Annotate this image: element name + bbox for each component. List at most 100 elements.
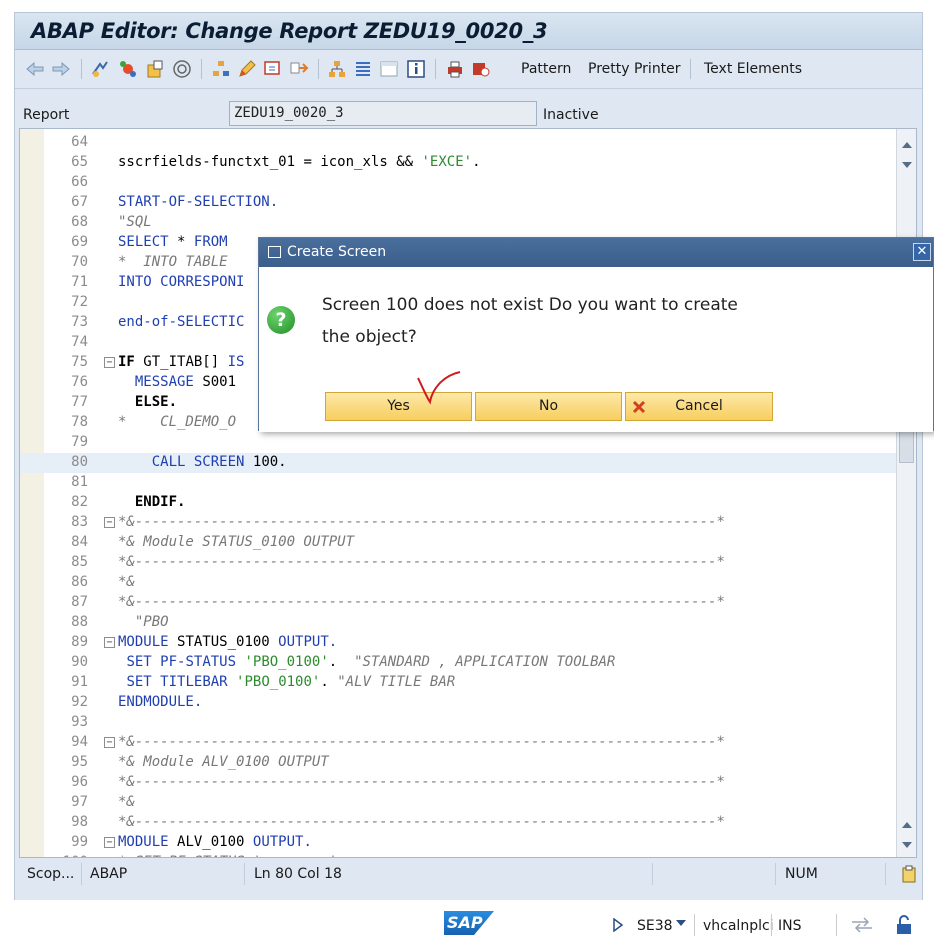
connection-icon: [852, 917, 872, 933]
code-line[interactable]: 89 MODULE STATUS_0100 OUTPUT. −: [20, 633, 896, 653]
pretty-printer-button[interactable]: Pretty Printer: [588, 61, 681, 77]
line-number: 64: [71, 134, 88, 150]
code-text: SET TITLEBAR 'PBO_0100'. "ALV TITLE BAR: [126, 674, 456, 690]
move-icon[interactable]: [289, 59, 309, 79]
code-line[interactable]: 80 CALL SCREEN 100.: [20, 453, 896, 473]
code-text: * CL_DEMO_O: [118, 414, 237, 430]
report-name-field[interactable]: ZEDU19_0020_3: [229, 101, 537, 126]
line-number: 94: [71, 734, 88, 750]
scroll-up-bottom-icon[interactable]: [901, 821, 913, 829]
line-number: 72: [71, 294, 88, 310]
scroll-up-icon[interactable]: [901, 141, 913, 149]
fold-toggle-icon[interactable]: −: [104, 737, 115, 748]
code-line[interactable]: 83 *&------------------------------------…: [20, 513, 896, 533]
stack-icon[interactable]: [353, 59, 373, 79]
clipboard-icon[interactable]: [901, 865, 917, 883]
code-line[interactable]: 66: [20, 173, 896, 193]
code-line[interactable]: 64: [20, 133, 896, 153]
scroll-down-icon[interactable]: [901, 161, 913, 169]
code-line[interactable]: 65 sscrfields-functxt_01 = icon_xls && 'E…: [20, 153, 896, 173]
fold-toggle-icon[interactable]: −: [104, 517, 115, 528]
no-button[interactable]: No: [475, 392, 622, 421]
line-number: 81: [71, 474, 88, 490]
code-text: MODULE STATUS_0100 OUTPUT.: [118, 634, 338, 650]
line-number: 77: [71, 394, 88, 410]
line-number: 98: [71, 814, 88, 830]
tree-icon[interactable]: [327, 59, 347, 79]
code-line[interactable]: 79: [20, 433, 896, 453]
code-line[interactable]: 81: [20, 473, 896, 493]
code-line[interactable]: 87 *&------------------------------------…: [20, 593, 896, 613]
line-number: 73: [71, 314, 88, 330]
code-text: SET PF-STATUS 'PBO_0100'. "STANDARD , AP…: [126, 654, 616, 670]
code-line[interactable]: 92 ENDMODULE.: [20, 693, 896, 713]
play-icon[interactable]: [612, 918, 624, 932]
scope-status[interactable]: Scop...: [27, 866, 74, 882]
dialog-message-line-1: Screen 100 does not exist Do you want to…: [322, 295, 738, 315]
pencil-icon[interactable]: [237, 59, 257, 79]
code-line[interactable]: 95 *& Module ALV_0100 OUTPUT: [20, 753, 896, 773]
line-number: 78: [71, 414, 88, 430]
line-number: 69: [71, 234, 88, 250]
line-number: 67: [71, 194, 88, 210]
line-number: 100: [50, 854, 88, 857]
num-lock-status: NUM: [785, 866, 818, 882]
code-text: CALL SCREEN 100.: [151, 454, 287, 470]
code-line[interactable]: 68 "SQL: [20, 213, 896, 233]
code-line[interactable]: 86 *&: [20, 573, 896, 593]
code-line[interactable]: 82 ENDIF.: [20, 493, 896, 513]
code-text: *&--------------------------------------…: [118, 594, 725, 610]
chevron-down-icon[interactable]: [676, 920, 686, 927]
hierarchy-icon[interactable]: [211, 59, 231, 79]
fold-toggle-icon[interactable]: −: [104, 837, 115, 848]
delete-icon[interactable]: [471, 59, 491, 79]
code-line[interactable]: 97 *&: [20, 793, 896, 813]
create-screen-dialog: Create Screen ✕ ? Screen 100 does not ex…: [258, 237, 934, 432]
close-icon[interactable]: ✕: [913, 243, 931, 261]
window-icon[interactable]: [379, 59, 399, 79]
toggle-icon[interactable]: [91, 59, 111, 79]
line-number: 71: [71, 274, 88, 290]
dialog-title: Create Screen: [287, 244, 387, 260]
insert-mode[interactable]: INS: [778, 918, 802, 934]
code-line[interactable]: 100 * SET PF-STATUS 'xxxxxxxx'.: [20, 853, 896, 857]
sap-logo: SAP: [444, 911, 494, 935]
line-number: 87: [71, 594, 88, 610]
activation-status: Inactive: [543, 107, 599, 123]
scroll-down-bottom-icon[interactable]: [901, 841, 913, 849]
back-arrow-icon[interactable]: [25, 59, 45, 79]
code-text: *&--------------------------------------…: [118, 774, 725, 790]
navigate-icon[interactable]: [263, 59, 283, 79]
code-text: *&: [118, 574, 135, 590]
activate-icon[interactable]: [118, 59, 138, 79]
code-line[interactable]: 67 START-OF-SELECTION.: [20, 193, 896, 213]
lock-icon[interactable]: [894, 914, 914, 936]
code-text: *&--------------------------------------…: [118, 514, 725, 530]
cancel-button[interactable]: Cancel: [625, 392, 773, 421]
code-line[interactable]: 96 *&------------------------------------…: [20, 773, 896, 793]
dialog-body: ? Screen 100 does not exist Do you want …: [259, 267, 933, 432]
code-line[interactable]: 98 *&------------------------------------…: [20, 813, 896, 833]
fold-toggle-icon[interactable]: −: [104, 357, 115, 368]
line-number: 85: [71, 554, 88, 570]
printer-icon[interactable]: [445, 59, 465, 79]
code-text: *&--------------------------------------…: [118, 814, 725, 830]
code-line[interactable]: 84 *& Module STATUS_0100 OUTPUT: [20, 533, 896, 553]
info-icon[interactable]: [406, 59, 426, 79]
pattern-button[interactable]: Pattern: [521, 61, 571, 77]
forward-arrow-icon[interactable]: [51, 59, 71, 79]
fold-toggle-icon[interactable]: −: [104, 637, 115, 648]
code-line[interactable]: 91 SET TITLEBAR 'PBO_0100'. "ALV TITLE B…: [20, 673, 896, 693]
code-line[interactable]: 85 *&------------------------------------…: [20, 553, 896, 573]
code-line[interactable]: 90 SET PF-STATUS 'PBO_0100'. "STANDARD ,…: [20, 653, 896, 673]
code-line[interactable]: 99 MODULE ALV_0100 OUTPUT. −: [20, 833, 896, 853]
code-text: IF GT_ITAB[] IS: [118, 354, 245, 370]
inspect-icon[interactable]: [145, 59, 165, 79]
code-line[interactable]: 93: [20, 713, 896, 733]
code-line[interactable]: 88 "PBO: [20, 613, 896, 633]
text-elements-button[interactable]: Text Elements: [704, 61, 802, 77]
transaction-code[interactable]: SE38: [637, 918, 673, 934]
code-line[interactable]: 94 *&------------------------------------…: [20, 733, 896, 753]
line-number: 91: [71, 674, 88, 690]
where-used-icon[interactable]: [172, 59, 192, 79]
